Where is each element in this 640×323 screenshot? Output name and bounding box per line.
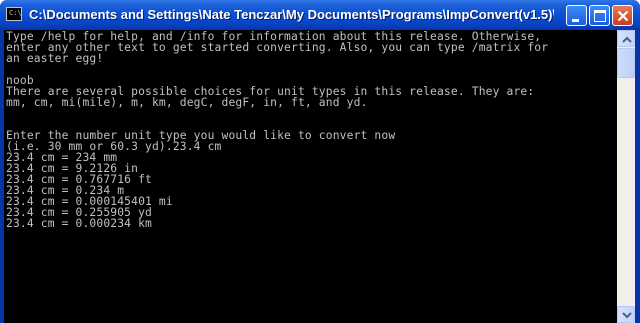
console-line: mm, cm, mi(mile), m, km, degC, degF, in,…: [6, 96, 368, 109]
scroll-up-button[interactable]: [617, 30, 635, 47]
window-frame: Type /help for help, and /info for infor…: [0, 30, 640, 323]
vertical-scrollbar[interactable]: [617, 30, 635, 323]
console-line: 23.4 cm = 0.000234 km: [6, 217, 152, 230]
maximize-icon: [594, 10, 606, 22]
console-window: C:\ C:\Documents and Settings\Nate Tencz…: [0, 0, 640, 323]
scrollbar-thumb[interactable]: [617, 48, 635, 78]
app-icon-label: C:\: [9, 9, 22, 17]
chevron-up-icon: [622, 36, 632, 43]
console-line: an easter egg!: [6, 52, 104, 65]
close-icon: [617, 10, 629, 22]
window-border-right: [635, 30, 640, 323]
window-title: C:\Documents and Settings\Nate Tenczar\M…: [29, 7, 554, 22]
maximize-button[interactable]: [589, 5, 610, 26]
console-output[interactable]: Type /help for help, and /info for infor…: [4, 30, 617, 323]
scroll-down-button[interactable]: [617, 306, 635, 323]
minimize-icon: [572, 19, 579, 22]
minimize-button[interactable]: [566, 5, 587, 26]
chevron-down-icon: [622, 312, 632, 319]
cmd-console-icon[interactable]: C:\: [6, 7, 22, 21]
close-button[interactable]: [612, 5, 633, 26]
title-bar[interactable]: C:\ C:\Documents and Settings\Nate Tencz…: [0, 0, 640, 30]
